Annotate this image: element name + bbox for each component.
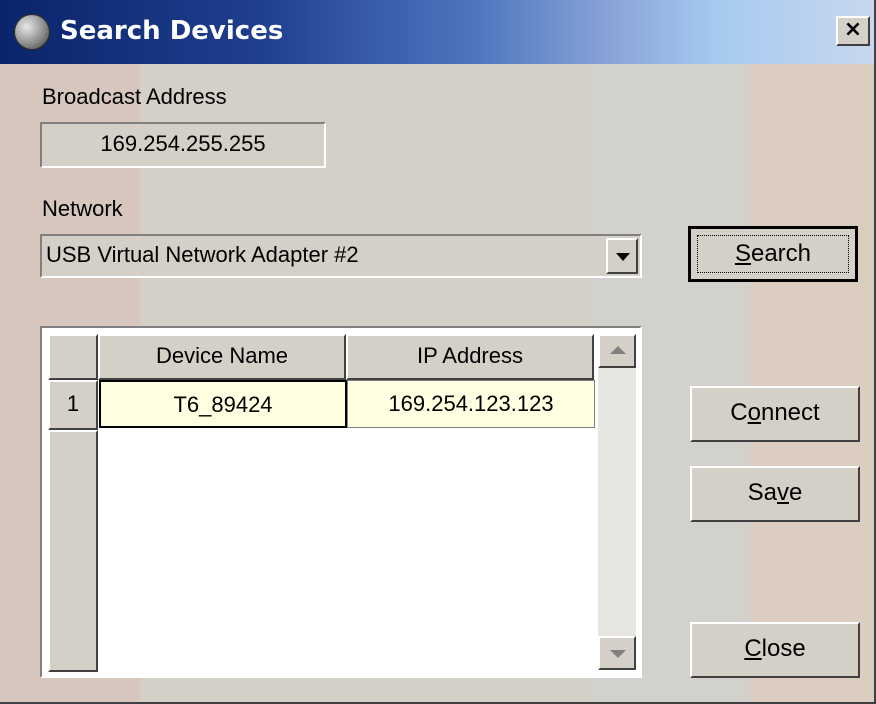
close-mnemonic: C	[744, 635, 762, 662]
arrow-down-icon[interactable]	[598, 636, 636, 670]
search-devices-dialog: Search Devices × Broadcast Address 169.2…	[0, 0, 876, 704]
device-table: Device Name IP Address 1 T6_89424 169.25…	[40, 326, 642, 678]
connect-button[interactable]: Connect	[690, 386, 860, 442]
search-button[interactable]: Search	[688, 226, 858, 282]
row-header-empty	[48, 430, 98, 672]
globe-icon	[14, 14, 50, 50]
row-header[interactable]: 1	[48, 380, 98, 430]
column-header-device-name[interactable]: Device Name	[98, 334, 346, 380]
close-button[interactable]: Close	[690, 622, 860, 678]
connect-mnemonic: o	[747, 399, 761, 426]
vertical-scrollbar[interactable]	[598, 334, 636, 670]
broadcast-address-label: Broadcast Address	[42, 84, 227, 109]
search-mnemonic: S	[734, 240, 751, 267]
table-corner-header	[48, 334, 98, 380]
network-select[interactable]: USB Virtual Network Adapter #2	[40, 234, 642, 278]
table-cell-device-name[interactable]: T6_89424	[99, 380, 347, 428]
close-window-button[interactable]: ×	[836, 16, 870, 46]
table-cell-ip-address[interactable]: 169.254.123.123	[347, 380, 595, 428]
save-button[interactable]: Save	[690, 466, 860, 522]
network-selected-value: USB Virtual Network Adapter #2	[46, 242, 359, 267]
close-icon: ×	[843, 17, 863, 42]
save-mnemonic: v	[777, 479, 789, 506]
network-label: Network	[42, 196, 123, 221]
column-header-ip-address[interactable]: IP Address	[346, 334, 594, 380]
title-bar: Search Devices ×	[0, 0, 874, 64]
broadcast-address-field: 169.254.255.255	[40, 122, 326, 168]
chevron-down-icon[interactable]	[606, 238, 638, 274]
arrow-up-icon[interactable]	[598, 334, 636, 368]
window-title: Search Devices	[60, 16, 284, 46]
